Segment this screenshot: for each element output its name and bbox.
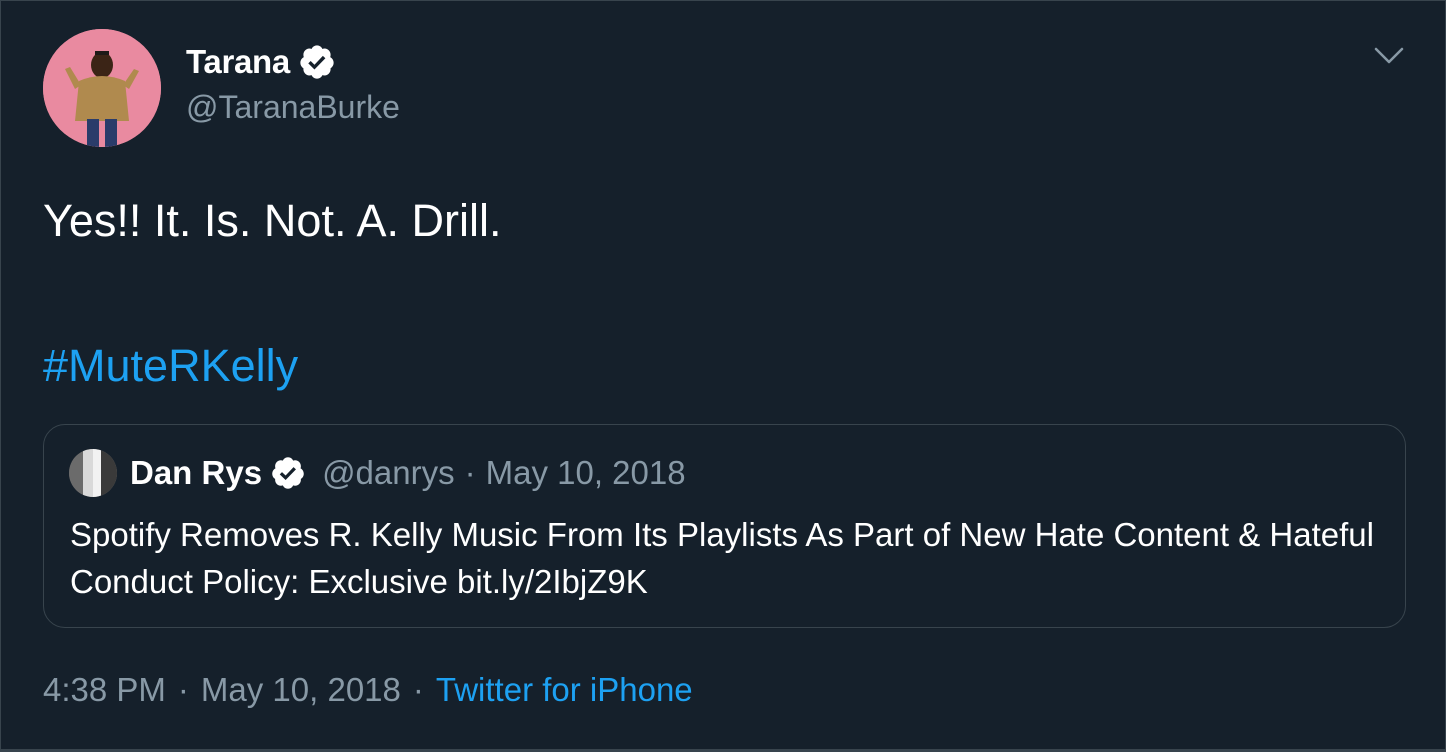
quoted-date: May 10, 2018 bbox=[485, 454, 686, 491]
tweet-source-link[interactable]: Twitter for iPhone bbox=[436, 671, 693, 709]
divider bbox=[1, 749, 1446, 751]
quoted-handle: @danrys bbox=[322, 454, 455, 491]
meta-separator: · bbox=[412, 671, 424, 708]
tweet-card: Tarana @TaranaBurke Yes!! It. Is. Not. A… bbox=[0, 0, 1446, 752]
chevron-down-icon[interactable] bbox=[1371, 41, 1407, 71]
hashtag-link[interactable]: #MuteRKelly bbox=[43, 336, 298, 396]
quoted-author-avatar bbox=[69, 449, 117, 497]
author-handle[interactable]: @TaranaBurke bbox=[186, 89, 400, 126]
quoted-header: Dan Rys @danrys · May 10, 2018 bbox=[130, 451, 686, 495]
verified-badge-icon bbox=[272, 457, 304, 489]
quoted-tweet[interactable]: Dan Rys @danrys · May 10, 2018 Spotify R… bbox=[43, 424, 1406, 628]
author-avatar[interactable] bbox=[43, 29, 161, 147]
quoted-text: Spotify Removes R. Kelly Music From Its … bbox=[70, 516, 1374, 600]
tweet-meta: 4:38 PM · May 10, 2018 · Twitter for iPh… bbox=[43, 667, 693, 713]
quoted-separator: · bbox=[464, 454, 476, 491]
author-name-row: Tarana bbox=[186, 41, 336, 83]
tweet-date[interactable]: May 10, 2018 bbox=[201, 671, 401, 709]
tweet-text: Yes!! It. Is. Not. A. Drill. bbox=[43, 195, 502, 246]
meta-separator: · bbox=[177, 671, 189, 708]
quoted-display-name: Dan Rys bbox=[130, 454, 263, 491]
author-display-name[interactable]: Tarana bbox=[186, 43, 290, 81]
quoted-avatar-image bbox=[69, 449, 117, 497]
tweet-time[interactable]: 4:38 PM bbox=[43, 671, 166, 709]
verified-badge-icon bbox=[300, 45, 334, 79]
author-avatar-image bbox=[43, 29, 161, 147]
